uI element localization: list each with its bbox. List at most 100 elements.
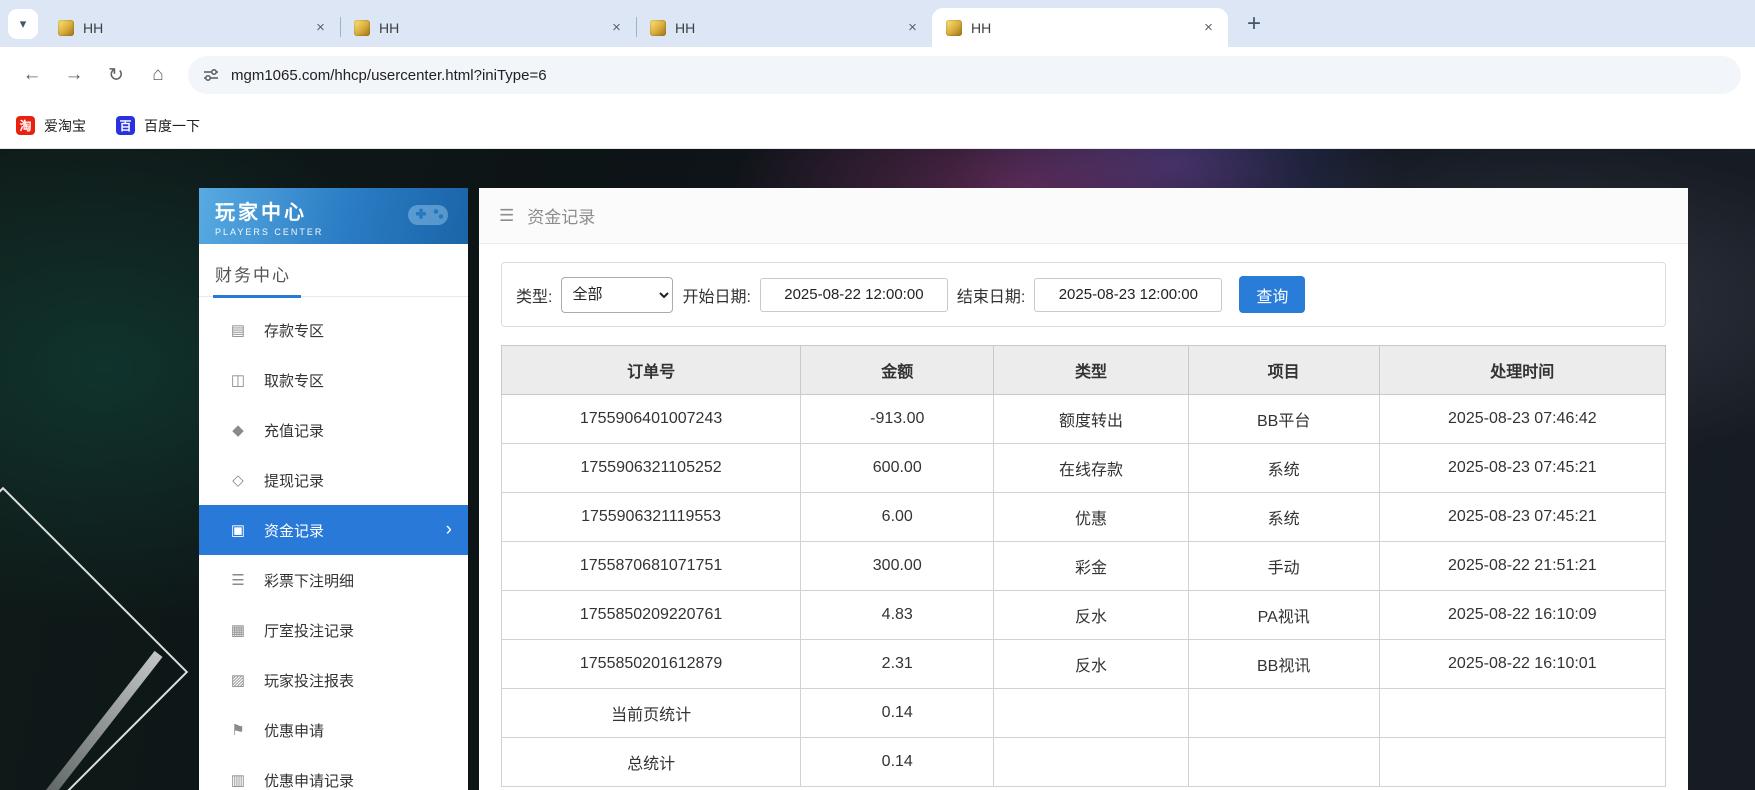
table-row: 17559063211195536.00优惠系统2025-08-23 07:45… <box>502 493 1666 542</box>
column-header: 订单号 <box>502 346 801 395</box>
url-bar[interactable]: mgm1065.com/hhcp/usercenter.html?iniType… <box>188 56 1741 94</box>
table-cell: 系统 <box>1188 493 1379 542</box>
sidebar-item-label: 厅室投注记录 <box>264 620 354 641</box>
tab-close-icon[interactable]: × <box>1199 18 1218 37</box>
reload-button[interactable]: ↻ <box>98 57 134 93</box>
table-cell: 2025-08-23 07:46:42 <box>1379 395 1665 444</box>
table-cell: 2025-08-22 21:51:21 <box>1379 542 1665 591</box>
bookmark-label: 百度一下 <box>144 116 200 136</box>
sidebar-item-hall-bet-records[interactable]: ▦厅室投注记录 <box>199 605 468 655</box>
tab-title: HH <box>971 20 1199 36</box>
tab-title: HH <box>83 20 311 36</box>
browser-tab[interactable]: HH× <box>340 8 636 47</box>
table-cell <box>994 738 1188 787</box>
table-cell: 手动 <box>1188 542 1379 591</box>
browser-tab[interactable]: HH× <box>932 8 1228 47</box>
finance-center-label: 财务中心 <box>213 261 301 298</box>
table-cell: 系统 <box>1188 444 1379 493</box>
sidebar-item-withdrawal-records[interactable]: ◇提现记录 <box>199 455 468 505</box>
table-cell <box>1379 689 1665 738</box>
back-button[interactable]: ← <box>14 57 50 93</box>
site-settings-icon[interactable] <box>202 66 220 84</box>
forward-button[interactable]: → <box>56 57 92 93</box>
table-row: 1755906401007243-913.00额度转出BB平台2025-08-2… <box>502 395 1666 444</box>
table-cell <box>1188 689 1379 738</box>
player-bet-report-icon: ▨ <box>229 671 247 689</box>
sidebar-item-label: 充值记录 <box>264 420 324 441</box>
sidebar-item-label: 提现记录 <box>264 470 324 491</box>
bookmark-item[interactable]: 百百度一下 <box>116 116 200 136</box>
start-date-input[interactable] <box>760 278 948 312</box>
table-cell: 1755906401007243 <box>502 395 801 444</box>
table-cell <box>994 689 1188 738</box>
search-button[interactable]: 查询 <box>1239 276 1305 313</box>
page-title: 资金记录 <box>527 203 595 228</box>
table-cell: 2025-08-22 16:10:09 <box>1379 591 1665 640</box>
sidebar-item-label: 取款专区 <box>264 370 324 391</box>
tab-close-icon[interactable]: × <box>903 18 922 37</box>
sidebar-item-label: 资金记录 <box>264 520 324 541</box>
tab-close-icon[interactable]: × <box>607 18 626 37</box>
withdraw-zone-icon: ◫ <box>229 371 247 389</box>
promo-application-records-icon: ▥ <box>229 771 247 789</box>
table-cell: 1755850209220761 <box>502 591 801 640</box>
table-cell: BB平台 <box>1188 395 1379 444</box>
tab-favicon-icon <box>354 20 370 36</box>
table-row: 17558502016128792.31反水BB视讯2025-08-22 16:… <box>502 640 1666 689</box>
table-row: 总统计0.14 <box>502 738 1666 787</box>
end-date-input[interactable] <box>1034 278 1222 312</box>
sidebar-item-label: 玩家投注报表 <box>264 670 354 691</box>
end-date-label: 结束日期: <box>957 283 1025 307</box>
table-cell: 优惠 <box>994 493 1188 542</box>
tab-close-icon[interactable]: × <box>311 18 330 37</box>
bookmark-favicon-icon: 淘 <box>16 116 35 135</box>
bookmark-label: 爱淘宝 <box>44 116 86 136</box>
browser-tab[interactable]: HH× <box>636 8 932 47</box>
table-cell: -913.00 <box>801 395 994 444</box>
sidebar-header: 玩家中心 PLAYERS CENTER <box>199 188 468 244</box>
sidebar-item-deposit-zone[interactable]: ▤ 存款专区 <box>199 305 468 355</box>
tab-strip: ▾ HH×HH×HH×HH× + <box>0 0 1755 47</box>
table-cell: 1755906321105252 <box>502 444 801 493</box>
sidebar-item-withdraw-zone[interactable]: ◫ 取款专区 <box>199 355 468 405</box>
type-select[interactable]: 全部 <box>561 277 673 313</box>
column-header: 处理时间 <box>1379 346 1665 395</box>
tab-title: HH <box>675 20 903 36</box>
content-body: 类型: 全部 开始日期: 结束日期: 查询 订单号金额类型项目处理时间 <box>479 244 1688 790</box>
column-header: 项目 <box>1188 346 1379 395</box>
table-cell: 彩金 <box>994 542 1188 591</box>
filter-bar: 类型: 全部 开始日期: 结束日期: 查询 <box>501 262 1666 327</box>
navigation-bar: ← → ↻ ⌂ mgm1065.com/hhcp/usercenter.html… <box>0 47 1755 103</box>
tab-list: HH×HH×HH×HH× <box>44 8 1228 47</box>
bookmarks-bar: 淘爱淘宝 百百度一下 <box>0 103 1755 149</box>
table-header-row: 订单号金额类型项目处理时间 <box>502 346 1666 395</box>
tab-search-button[interactable]: ▾ <box>8 9 38 39</box>
sidebar-item-promo-application[interactable]: ⚑优惠申请 <box>199 705 468 755</box>
bookmark-item[interactable]: 淘爱淘宝 <box>16 116 86 136</box>
sidebar-item-label: 存款专区 <box>264 320 324 341</box>
table-cell: 反水 <box>994 640 1188 689</box>
sidebar-item-promo-application-records[interactable]: ▥ 优惠申请记录 <box>199 755 468 790</box>
sidebar-item-recharge-records[interactable]: ◆ 充值记录 <box>199 405 468 455</box>
table-cell: 额度转出 <box>994 395 1188 444</box>
table-row: 当前页统计0.14 <box>502 689 1666 738</box>
home-button[interactable]: ⌂ <box>140 57 176 93</box>
finance-center-section: 财务中心 <box>199 244 468 297</box>
table-cell: 2025-08-23 07:45:21 <box>1379 444 1665 493</box>
new-tab-button[interactable]: + <box>1238 8 1270 40</box>
sidebar-item-lottery-bet-details[interactable]: ☰彩票下注明细 <box>199 555 468 605</box>
table-cell: 4.83 <box>801 591 994 640</box>
sidebar-item-fund-records[interactable]: ▣资金记录› <box>199 505 468 555</box>
table-cell: 在线存款 <box>994 444 1188 493</box>
content-header: ☰ 资金记录 <box>479 188 1688 244</box>
recharge-records-icon: ◆ <box>229 421 247 439</box>
table-cell: BB视讯 <box>1188 640 1379 689</box>
main-content: ☰ 资金记录 类型: 全部 开始日期: 结束日期: 查询 <box>479 188 1688 790</box>
table-cell: 2.31 <box>801 640 994 689</box>
browser-tab[interactable]: HH× <box>44 8 340 47</box>
table-cell: PA视讯 <box>1188 591 1379 640</box>
sidebar-item-player-bet-report[interactable]: ▨ 玩家投注报表 <box>199 655 468 705</box>
table-cell: 1755906321119553 <box>502 493 801 542</box>
sidebar-item-label: 优惠申请记录 <box>264 770 354 790</box>
deposit-zone-icon: ▤ <box>229 321 247 339</box>
